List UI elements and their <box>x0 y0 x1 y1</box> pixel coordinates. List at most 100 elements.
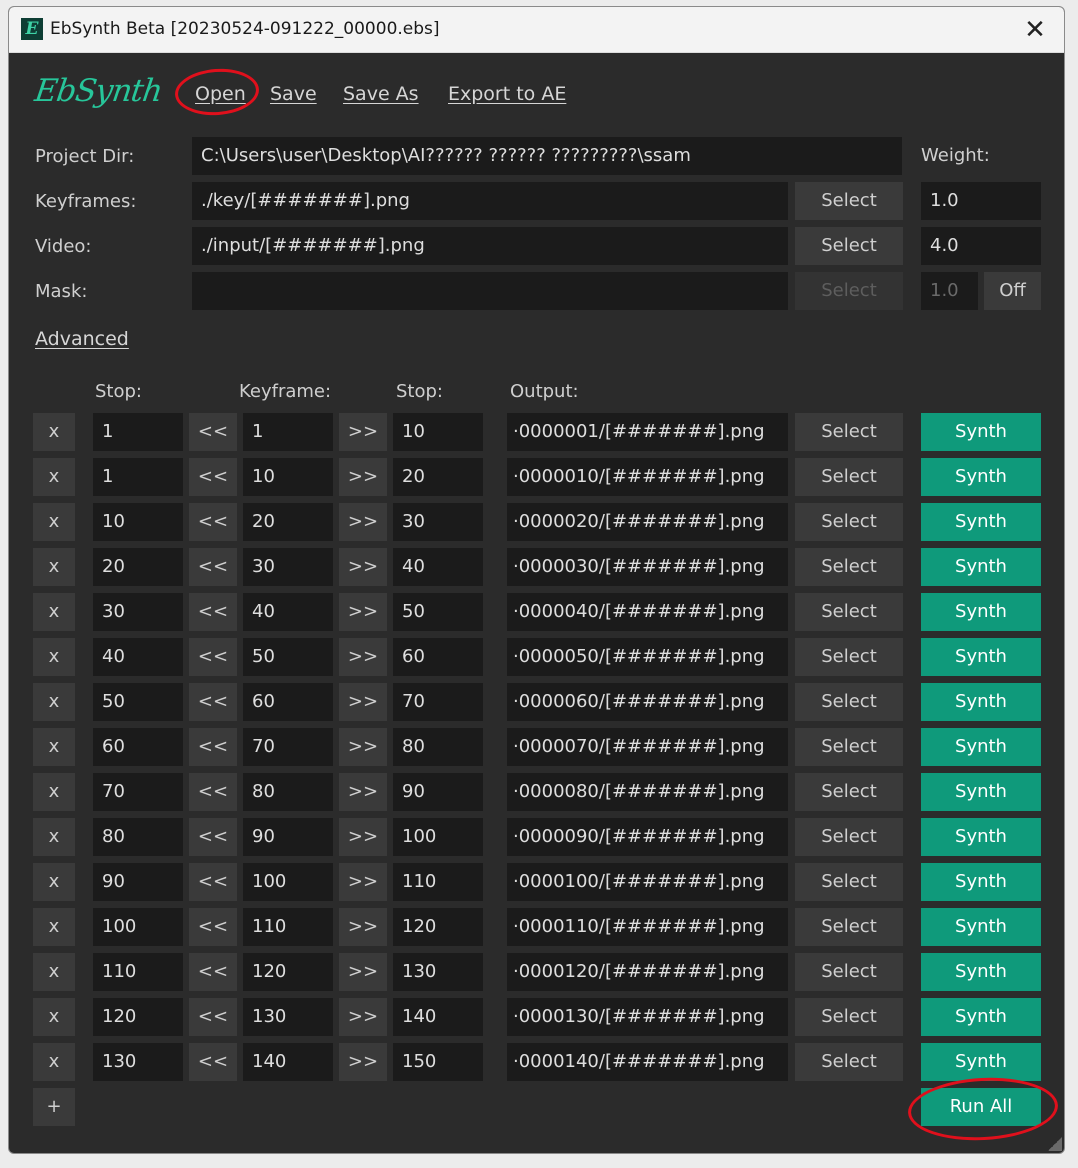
mask-weight-field[interactable]: 1.0 <box>921 272 978 310</box>
row-output-field[interactable]: ·0000070/[#######].png <box>507 728 788 766</box>
row-next-button[interactable]: >> <box>339 818 387 856</box>
row-remove-button[interactable]: x <box>33 1043 75 1081</box>
row-select-button[interactable]: Select <box>795 638 903 676</box>
row-next-button[interactable]: >> <box>339 728 387 766</box>
row-prev-button[interactable]: << <box>189 998 237 1036</box>
row-keyframe-field[interactable]: 60 <box>243 683 333 721</box>
close-icon[interactable]: ✕ <box>1020 15 1050 45</box>
row-stop-start-field[interactable]: 100 <box>93 908 183 946</box>
row-remove-button[interactable]: x <box>33 638 75 676</box>
row-select-button[interactable]: Select <box>795 458 903 496</box>
row-remove-button[interactable]: x <box>33 683 75 721</box>
row-stop-start-field[interactable]: 90 <box>93 863 183 901</box>
row-stop-end-field[interactable]: 140 <box>393 998 483 1036</box>
row-prev-button[interactable]: << <box>189 683 237 721</box>
video-weight-field[interactable]: 4.0 <box>921 227 1041 265</box>
row-select-button[interactable]: Select <box>795 1043 903 1081</box>
row-keyframe-field[interactable]: 120 <box>243 953 333 991</box>
row-select-button[interactable]: Select <box>795 773 903 811</box>
row-stop-start-field[interactable]: 50 <box>93 683 183 721</box>
row-remove-button[interactable]: x <box>33 458 75 496</box>
row-select-button[interactable]: Select <box>795 413 903 451</box>
row-remove-button[interactable]: x <box>33 818 75 856</box>
save-as-link[interactable]: Save As <box>343 83 419 105</box>
row-select-button[interactable]: Select <box>795 953 903 991</box>
row-next-button[interactable]: >> <box>339 998 387 1036</box>
row-stop-start-field[interactable]: 110 <box>93 953 183 991</box>
row-remove-button[interactable]: x <box>33 413 75 451</box>
row-synth-button[interactable]: Synth <box>921 1043 1041 1081</box>
row-next-button[interactable]: >> <box>339 638 387 676</box>
save-link[interactable]: Save <box>270 83 317 105</box>
row-synth-button[interactable]: Synth <box>921 953 1041 991</box>
row-output-field[interactable]: ·0000030/[#######].png <box>507 548 788 586</box>
row-next-button[interactable]: >> <box>339 548 387 586</box>
mask-select-button[interactable]: Select <box>795 272 903 310</box>
row-stop-start-field[interactable]: 60 <box>93 728 183 766</box>
row-stop-end-field[interactable]: 100 <box>393 818 483 856</box>
row-stop-end-field[interactable]: 130 <box>393 953 483 991</box>
row-stop-end-field[interactable]: 40 <box>393 548 483 586</box>
row-stop-end-field[interactable]: 70 <box>393 683 483 721</box>
row-next-button[interactable]: >> <box>339 458 387 496</box>
row-stop-end-field[interactable]: 10 <box>393 413 483 451</box>
row-output-field[interactable]: ·0000130/[#######].png <box>507 998 788 1036</box>
run-all-button[interactable]: Run All <box>921 1088 1041 1126</box>
row-next-button[interactable]: >> <box>339 413 387 451</box>
row-synth-button[interactable]: Synth <box>921 638 1041 676</box>
row-output-field[interactable]: ·0000140/[#######].png <box>507 1043 788 1081</box>
row-prev-button[interactable]: << <box>189 908 237 946</box>
row-prev-button[interactable]: << <box>189 413 237 451</box>
row-prev-button[interactable]: << <box>189 728 237 766</box>
row-select-button[interactable]: Select <box>795 908 903 946</box>
row-stop-end-field[interactable]: 120 <box>393 908 483 946</box>
video-select-button[interactable]: Select <box>795 227 903 265</box>
row-output-field[interactable]: ·0000100/[#######].png <box>507 863 788 901</box>
row-synth-button[interactable]: Synth <box>921 863 1041 901</box>
row-synth-button[interactable]: Synth <box>921 908 1041 946</box>
row-stop-start-field[interactable]: 1 <box>93 413 183 451</box>
row-stop-start-field[interactable]: 120 <box>93 998 183 1036</box>
row-output-field[interactable]: ·0000040/[#######].png <box>507 593 788 631</box>
row-output-field[interactable]: ·0000020/[#######].png <box>507 503 788 541</box>
row-keyframe-field[interactable]: 50 <box>243 638 333 676</box>
keyframes-field[interactable]: ./key/[#######].png <box>192 182 788 220</box>
row-output-field[interactable]: ·0000060/[#######].png <box>507 683 788 721</box>
row-synth-button[interactable]: Synth <box>921 503 1041 541</box>
row-keyframe-field[interactable]: 70 <box>243 728 333 766</box>
export-to-ae-link[interactable]: Export to AE <box>448 83 566 105</box>
row-stop-start-field[interactable]: 70 <box>93 773 183 811</box>
row-keyframe-field[interactable]: 80 <box>243 773 333 811</box>
row-stop-end-field[interactable]: 150 <box>393 1043 483 1081</box>
keyframes-weight-field[interactable]: 1.0 <box>921 182 1041 220</box>
row-output-field[interactable]: ·0000050/[#######].png <box>507 638 788 676</box>
add-row-button[interactable]: + <box>33 1088 75 1126</box>
row-next-button[interactable]: >> <box>339 1043 387 1081</box>
row-select-button[interactable]: Select <box>795 593 903 631</box>
row-synth-button[interactable]: Synth <box>921 593 1041 631</box>
mask-toggle-button[interactable]: Off <box>984 272 1041 310</box>
row-keyframe-field[interactable]: 110 <box>243 908 333 946</box>
row-prev-button[interactable]: << <box>189 593 237 631</box>
row-prev-button[interactable]: << <box>189 818 237 856</box>
row-next-button[interactable]: >> <box>339 863 387 901</box>
row-synth-button[interactable]: Synth <box>921 413 1041 451</box>
row-next-button[interactable]: >> <box>339 773 387 811</box>
row-keyframe-field[interactable]: 100 <box>243 863 333 901</box>
row-output-field[interactable]: ·0000080/[#######].png <box>507 773 788 811</box>
row-remove-button[interactable]: x <box>33 503 75 541</box>
row-stop-start-field[interactable]: 40 <box>93 638 183 676</box>
row-output-field[interactable]: ·0000120/[#######].png <box>507 953 788 991</box>
row-synth-button[interactable]: Synth <box>921 998 1041 1036</box>
row-prev-button[interactable]: << <box>189 1043 237 1081</box>
keyframes-select-button[interactable]: Select <box>795 182 903 220</box>
row-stop-end-field[interactable]: 20 <box>393 458 483 496</box>
row-stop-start-field[interactable]: 10 <box>93 503 183 541</box>
row-select-button[interactable]: Select <box>795 683 903 721</box>
row-output-field[interactable]: ·0000010/[#######].png <box>507 458 788 496</box>
row-select-button[interactable]: Select <box>795 548 903 586</box>
row-stop-end-field[interactable]: 90 <box>393 773 483 811</box>
row-stop-end-field[interactable]: 80 <box>393 728 483 766</box>
row-remove-button[interactable]: x <box>33 863 75 901</box>
mask-field[interactable] <box>192 272 788 310</box>
